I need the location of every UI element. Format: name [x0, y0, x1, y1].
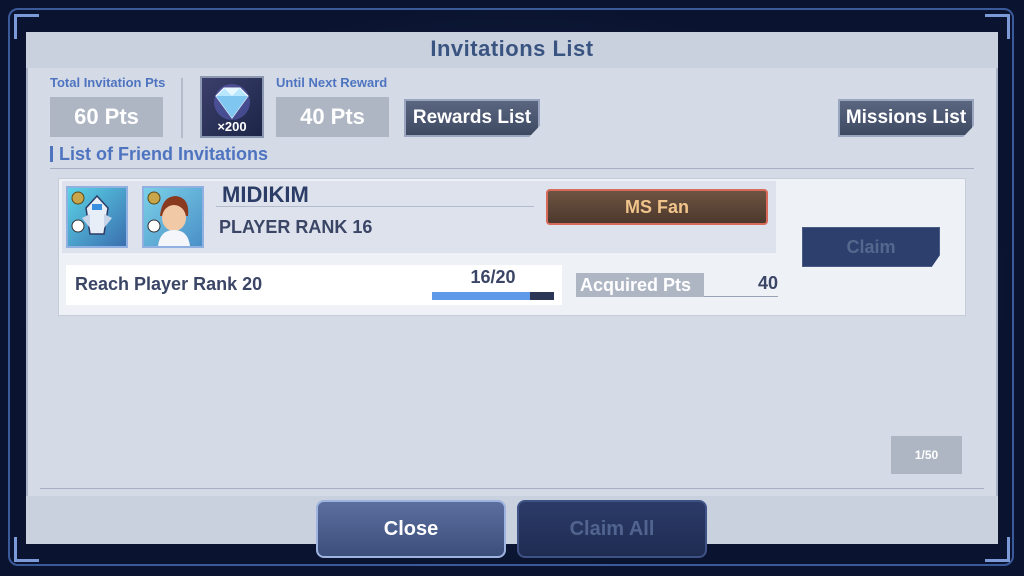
footer-bar: [26, 496, 998, 544]
missions-list-button[interactable]: Missions List: [838, 99, 974, 137]
claim-button[interactable]: Claim: [802, 227, 940, 267]
section-divider: [50, 168, 974, 169]
progress-text: 16/20: [470, 267, 516, 287]
next-reward-value: 40 Pts: [276, 97, 389, 137]
dialog-title: Invitations List: [430, 36, 594, 61]
progress-fill: [432, 292, 530, 300]
next-reward-label: Until Next Reward: [276, 75, 388, 90]
section-marker: [50, 146, 53, 162]
rewards-list-button[interactable]: Rewards List: [404, 99, 540, 137]
title-badge: MS Fan: [546, 189, 768, 225]
pilot-avatar[interactable]: [142, 186, 204, 248]
mobile-suit-avatar[interactable]: [66, 186, 128, 248]
name-underline: [216, 206, 534, 207]
section-title-text: List of Friend Invitations: [59, 144, 269, 164]
mission-text: Reach Player Rank 20: [75, 274, 263, 294]
mobile-suit-icon: [71, 191, 112, 235]
reward-count: ×200: [217, 119, 247, 134]
player-rank: PLAYER RANK 16: [219, 217, 373, 237]
divider: [181, 78, 183, 138]
pagination-indicator: 1/50: [891, 436, 962, 474]
reward-item: ×200: [200, 76, 264, 138]
progress-bar: [432, 292, 554, 300]
pilot-portrait-icon: [147, 191, 190, 246]
acquired-underline: [704, 296, 778, 297]
acquired-points-label: Acquired Pts: [576, 273, 704, 297]
acquired-points-value: 40: [757, 273, 778, 293]
close-button[interactable]: Close: [316, 500, 506, 558]
player-name: MIDIKIM: [222, 182, 309, 207]
claim-all-button[interactable]: Claim All: [517, 500, 707, 558]
total-points-value: 60 Pts: [50, 97, 163, 137]
total-points-label: Total Invitation Pts: [50, 75, 166, 90]
footer-divider: [40, 488, 984, 489]
section-title: List of Friend Invitations: [50, 144, 268, 165]
